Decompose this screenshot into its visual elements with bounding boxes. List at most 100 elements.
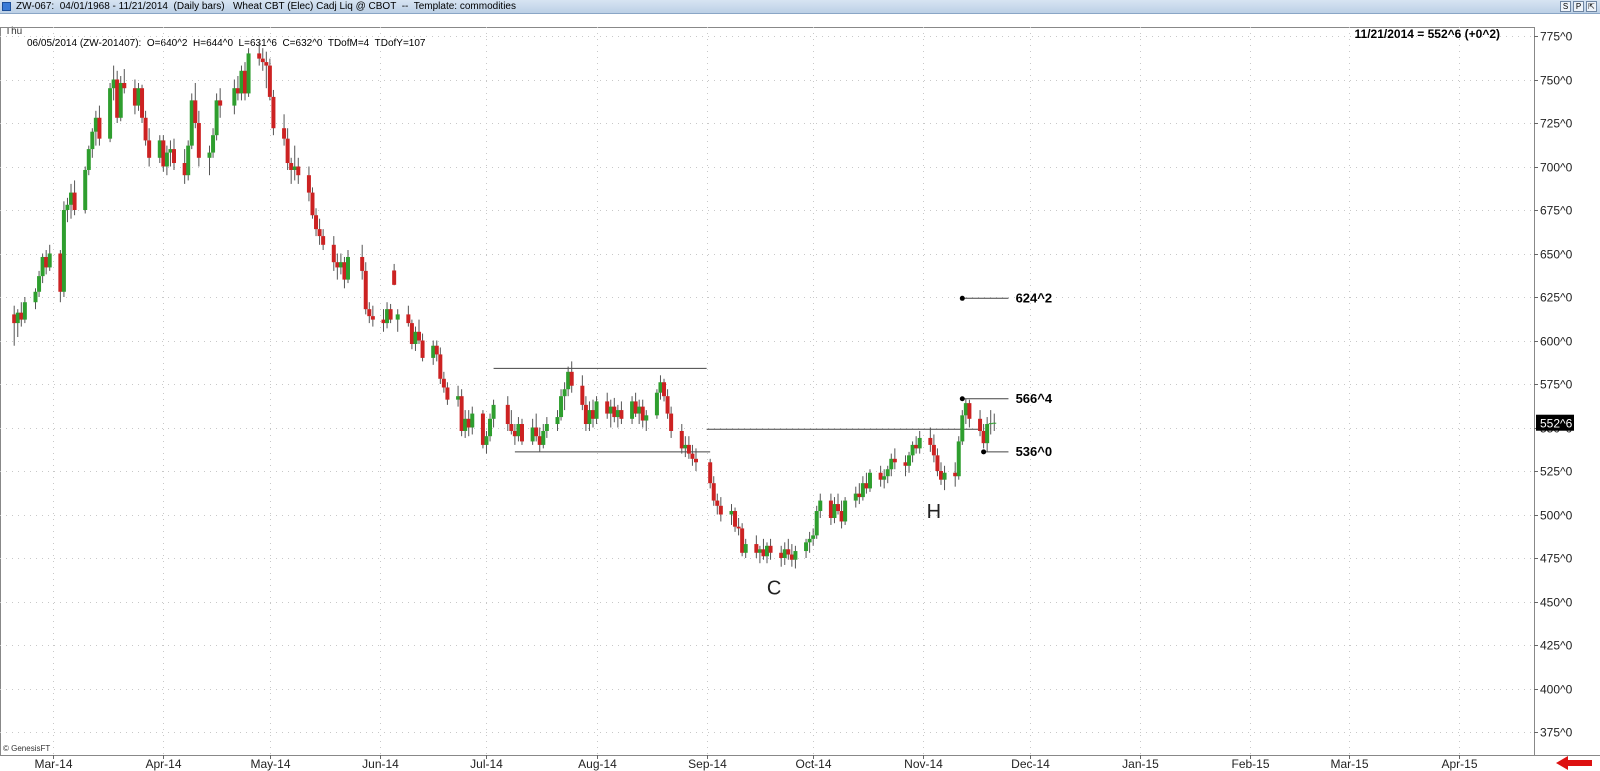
candle-body xyxy=(509,424,514,431)
candle xyxy=(58,250,63,303)
candle xyxy=(985,417,990,452)
candle xyxy=(140,84,145,123)
candle-body xyxy=(534,427,539,437)
candle-body xyxy=(960,415,965,442)
level-dot xyxy=(959,396,965,402)
candle-body xyxy=(804,542,809,552)
x-tick-label: Jul-14 xyxy=(470,757,503,771)
candle-body xyxy=(392,270,397,285)
candle xyxy=(161,135,166,172)
candle xyxy=(544,417,549,438)
candle-body xyxy=(988,423,993,425)
candle xyxy=(615,404,620,428)
candle-body xyxy=(782,549,787,558)
candle xyxy=(555,410,560,431)
y-tick-label: 675^0 xyxy=(1540,204,1573,218)
x-tick-label: Jan-15 xyxy=(1122,757,1159,771)
candle xyxy=(882,469,887,489)
candle-body xyxy=(708,462,713,484)
candle-body xyxy=(811,535,816,539)
candle xyxy=(892,448,897,470)
y-tick-label: 575^0 xyxy=(1540,378,1573,392)
candle-body xyxy=(864,483,869,489)
candle-body xyxy=(654,392,659,416)
candle xyxy=(264,51,269,89)
candle-body xyxy=(136,88,141,106)
candle xyxy=(807,531,812,553)
candle-body xyxy=(963,403,968,416)
candle xyxy=(463,410,468,438)
candle-body xyxy=(505,404,510,425)
candle-body xyxy=(480,413,485,445)
x-tick-label: Nov-14 xyxy=(904,757,943,771)
candle xyxy=(22,297,27,324)
candle-body xyxy=(239,70,244,94)
candle xyxy=(331,236,336,271)
candle-body xyxy=(740,528,745,553)
candle xyxy=(679,424,684,454)
candle-body xyxy=(235,88,240,94)
candle xyxy=(271,89,276,136)
candle-body xyxy=(456,396,461,400)
candle xyxy=(843,497,848,525)
candle-body xyxy=(953,472,958,477)
candle xyxy=(122,69,127,94)
candle-body xyxy=(853,493,858,501)
scroll-left-arrow-icon[interactable] xyxy=(1554,755,1594,771)
candle-body xyxy=(267,65,272,97)
y-tick-label: 400^0 xyxy=(1540,683,1573,697)
candle xyxy=(828,493,833,525)
candle xyxy=(889,453,894,477)
candle xyxy=(235,76,240,101)
candle xyxy=(729,504,734,525)
candle-body xyxy=(385,309,390,324)
candle xyxy=(988,410,993,435)
candle xyxy=(480,410,485,449)
candle-body xyxy=(186,145,191,176)
candle-body xyxy=(779,552,784,558)
candle xyxy=(232,79,237,115)
y-tick-label: 475^0 xyxy=(1540,552,1573,566)
x-tick-label: May-14 xyxy=(250,757,290,771)
x-tick-label: Feb-15 xyxy=(1231,757,1269,771)
candle xyxy=(136,82,141,111)
candle-body xyxy=(633,401,638,414)
candle-body xyxy=(345,256,350,280)
candle xyxy=(715,493,720,515)
candle xyxy=(992,413,997,431)
candle xyxy=(733,507,738,532)
candle-body xyxy=(189,100,194,146)
candle xyxy=(669,406,674,438)
y-tick-label: 650^0 xyxy=(1540,248,1573,262)
candle xyxy=(768,538,773,560)
candle xyxy=(516,417,521,442)
candle xyxy=(903,455,908,477)
candle-body xyxy=(914,444,919,449)
candle-body xyxy=(718,505,723,515)
price-chart[interactable]: 775^0 750^0 725^0 700^0 675^0 650^0 625^0 600^0… xyxy=(0,0,1600,771)
candle xyxy=(761,538,766,560)
candle xyxy=(65,197,70,223)
last-price-label: 552^6 xyxy=(1540,417,1573,431)
candle-body xyxy=(122,82,127,89)
x-tick-label: Oct-14 xyxy=(795,757,831,771)
candle-body xyxy=(395,314,400,320)
candle xyxy=(111,65,116,101)
candle xyxy=(164,145,169,176)
candle xyxy=(118,76,123,122)
candle xyxy=(836,493,841,515)
candle xyxy=(860,476,865,501)
candle-body xyxy=(434,345,439,355)
candle-body xyxy=(22,302,27,320)
candle-body xyxy=(466,418,471,428)
candle xyxy=(470,406,475,435)
y-tick-label: 450^0 xyxy=(1540,596,1573,610)
candle xyxy=(743,538,748,558)
candle xyxy=(285,128,290,170)
candle-body xyxy=(196,123,201,158)
candle xyxy=(534,413,539,442)
candle-body xyxy=(69,192,74,205)
candle-body xyxy=(491,404,496,419)
candle xyxy=(630,396,635,425)
candle xyxy=(115,70,120,123)
